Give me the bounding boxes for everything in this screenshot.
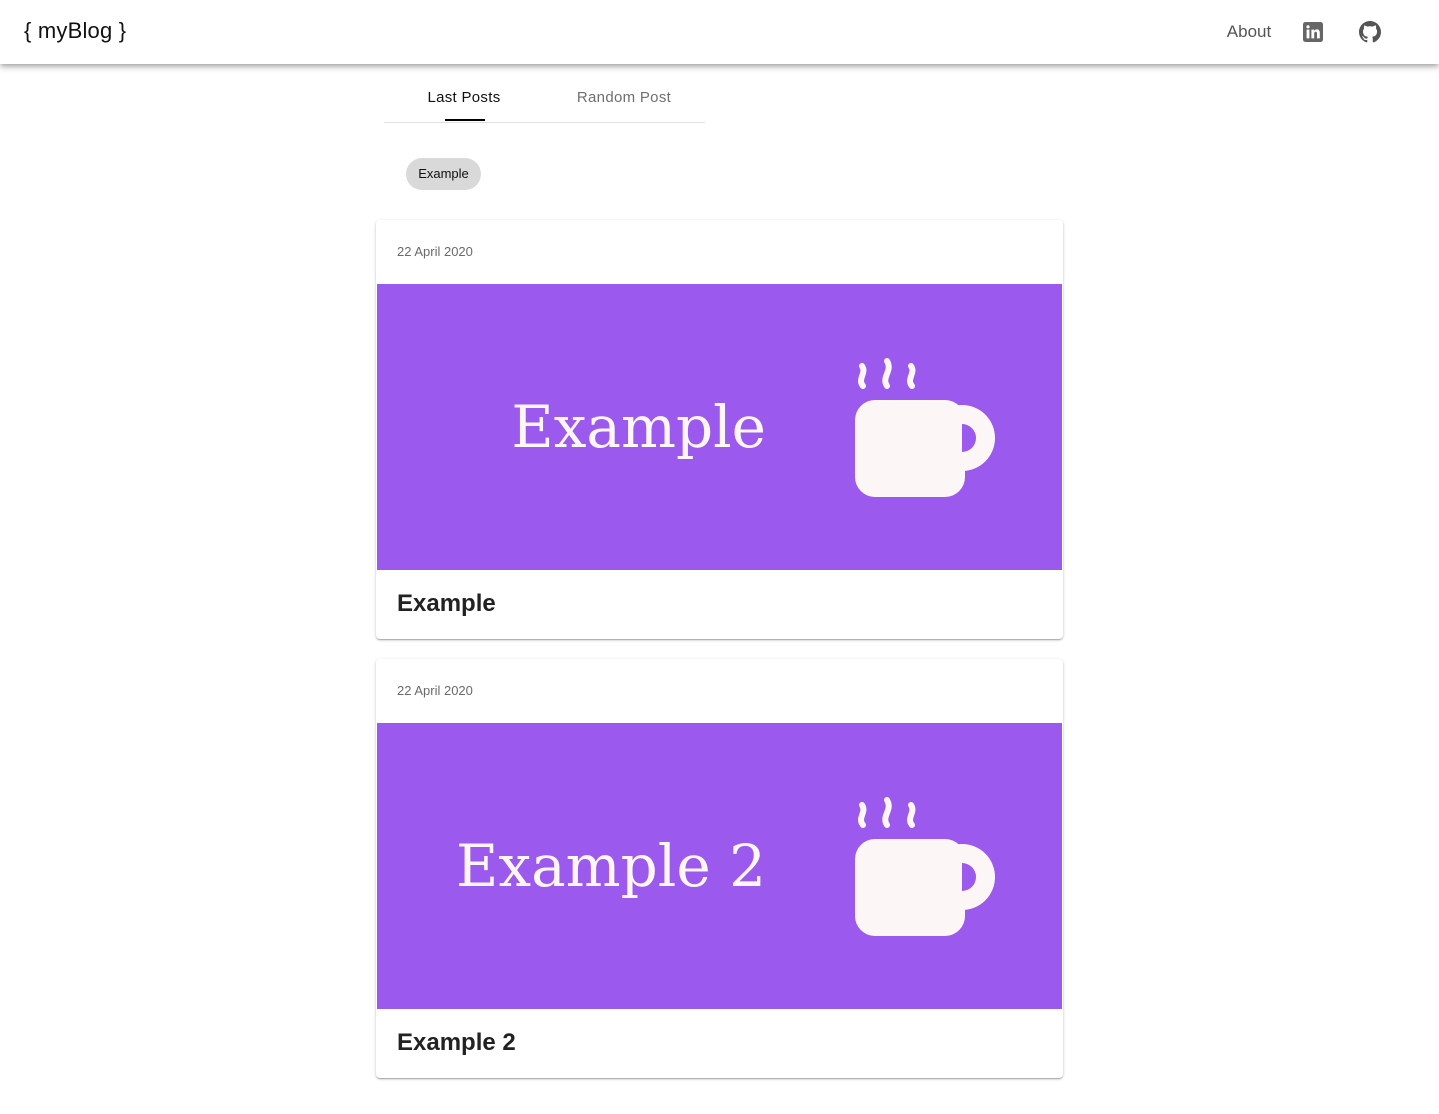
post-title[interactable]: Example 2 (397, 1027, 516, 1059)
post-image[interactable]: Example (377, 284, 1062, 570)
post-title[interactable]: Example (397, 588, 496, 620)
linkedin-icon[interactable] (1299, 18, 1327, 46)
github-icon[interactable] (1356, 18, 1384, 46)
post-card[interactable]: 22 April 2020 Example Example (376, 220, 1063, 639)
tab-last-posts[interactable]: Last Posts (384, 74, 544, 121)
coffee-cup-icon (853, 356, 999, 503)
about-link[interactable]: About (1216, 18, 1282, 46)
post-image-text: Example 2 (456, 832, 766, 900)
post-image[interactable]: Example 2 (377, 723, 1062, 1009)
post-tabs: Last Posts Random Post (384, 74, 705, 123)
tag-chip-example[interactable]: Example (406, 158, 481, 190)
app-bar: { myBlog } About (0, 0, 1439, 64)
post-card[interactable]: 22 April 2020 Example 2 Example 2 (376, 659, 1063, 1078)
coffee-cup-icon (853, 795, 999, 942)
post-date: 22 April 2020 (397, 244, 473, 259)
post-image-text: Example (511, 393, 766, 461)
brand-logo[interactable]: { myBlog } (24, 16, 126, 46)
tab-random-post[interactable]: Random Post (544, 74, 704, 121)
tab-indicator (445, 119, 485, 121)
post-date: 22 April 2020 (397, 683, 473, 698)
